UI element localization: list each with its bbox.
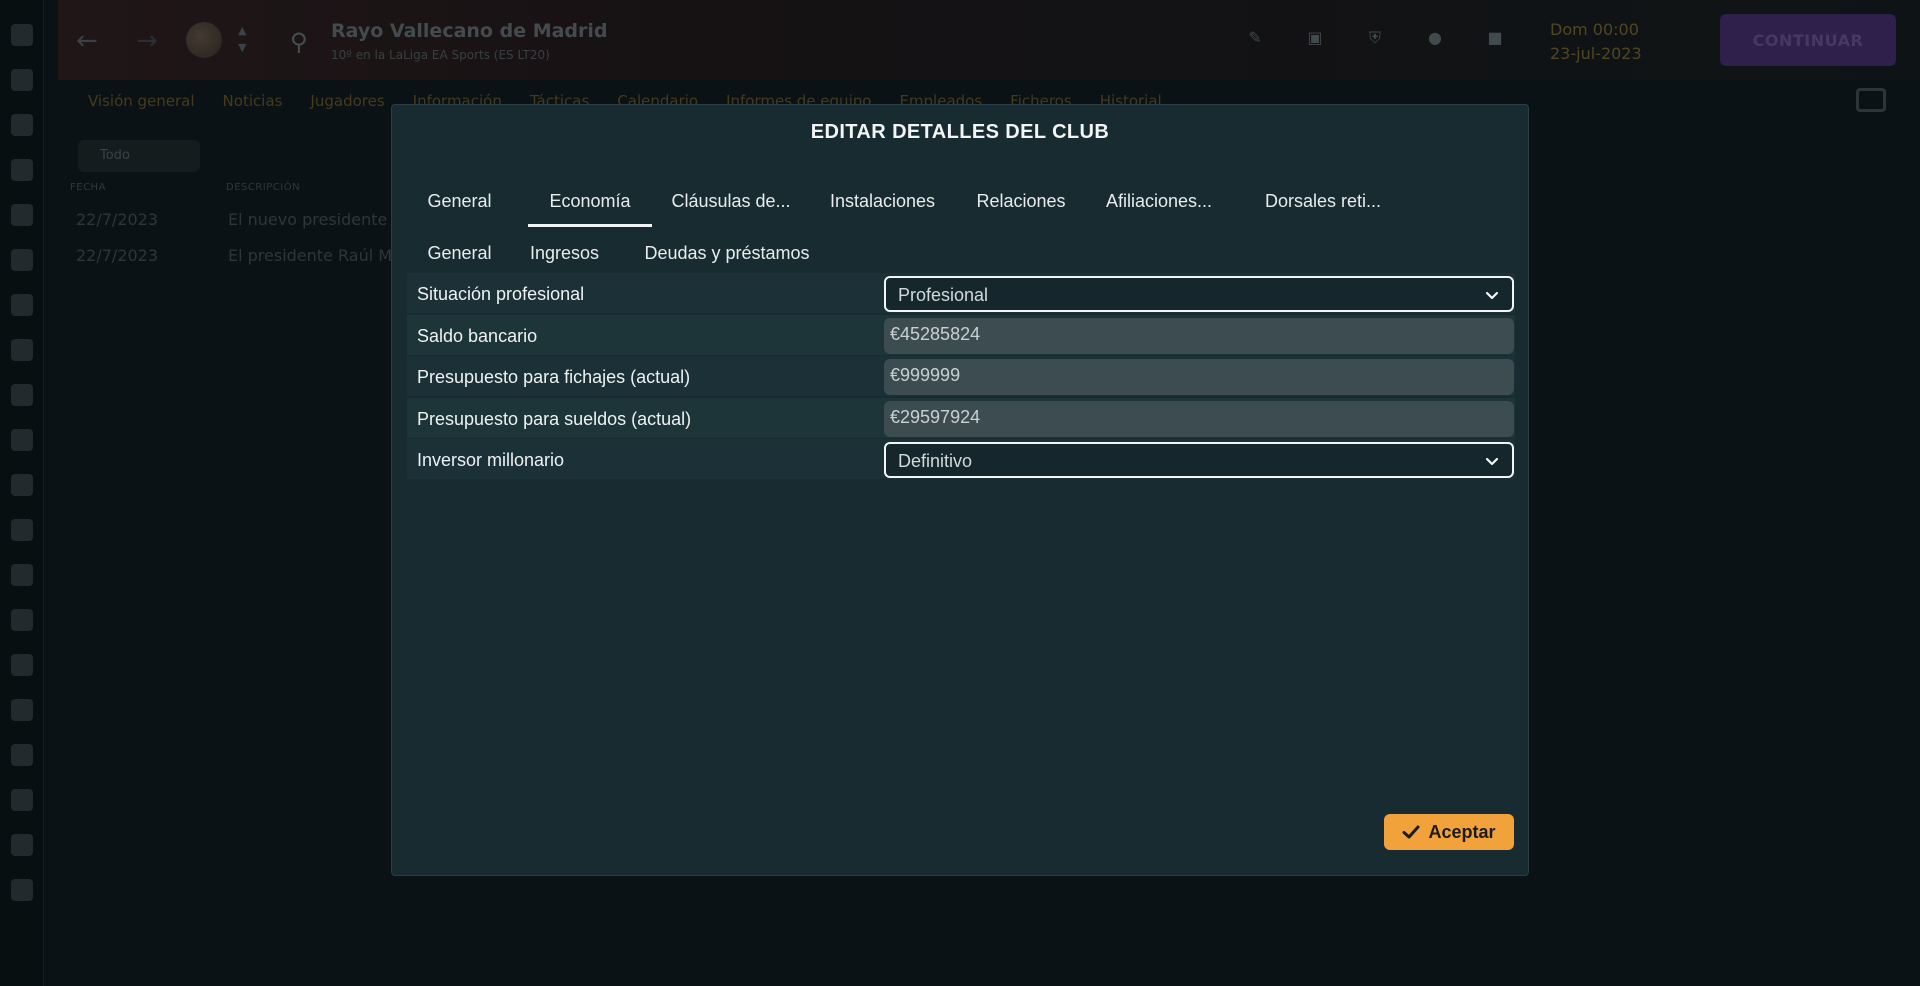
chevron-down-icon [1485,291,1499,300]
transfer-budget-input[interactable]: €999999 [884,359,1514,395]
form-row-transfer-budget: Presupuesto para fichajes (actual) €9999… [407,356,1515,396]
professional-status-select[interactable]: Profesional [884,276,1514,312]
edit-club-details-dialog: EDITAR DETALLES DEL CLUB General Economí… [391,104,1529,876]
tab-economia[interactable]: Economía [528,175,652,227]
form-row-bank-balance: Saldo bancario €45285824 [407,314,1515,355]
professional-status-label: Situación profesional [417,284,585,304]
bank-balance-label: Saldo bancario [417,325,538,346]
subtab-general[interactable]: General [407,227,512,279]
check-icon [1402,825,1420,839]
professional-status-value: Profesional [898,285,989,305]
economy-form: Situación profesional Profesional Saldo … [407,273,1515,481]
tab-general[interactable]: General [407,175,512,227]
chevron-down-icon [1485,457,1499,466]
tab-dorsales-retirados[interactable]: Dorsales reti... [1257,175,1389,227]
dialog-title: EDITAR DETALLES DEL CLUB [810,121,1110,143]
subtab-deudas-prestamos[interactable]: Deudas y préstamos [627,227,827,279]
wage-budget-label: Presupuesto para sueldos (actual) [417,408,692,429]
millionaire-investor-label: Inversor millonario [417,450,565,470]
form-row-wage-budget: Presupuesto para sueldos (actual) €29597… [407,397,1515,438]
bank-balance-input[interactable]: €45285824 [884,317,1514,354]
tab-relaciones[interactable]: Relaciones [960,175,1082,227]
form-row-professional-status: Situación profesional Profesional [407,273,1515,313]
form-row-millionaire-investor: Inversor millonario Definitivo [407,439,1515,479]
subtab-ingresos[interactable]: Ingresos [522,227,607,279]
accept-button[interactable]: Aceptar [1384,814,1514,850]
wage-budget-input[interactable]: €29597924 [884,400,1514,437]
tab-instalaciones[interactable]: Instalaciones [810,175,955,227]
tab-clausulas[interactable]: Cláusulas de... [667,175,795,227]
transfer-budget-label: Presupuesto para fichajes (actual) [417,367,691,387]
millionaire-investor-select[interactable]: Definitivo [884,442,1514,478]
accept-label: Aceptar [1428,821,1496,842]
millionaire-investor-value: Definitivo [898,451,973,471]
tab-afiliaciones[interactable]: Afiliaciones... [1097,175,1221,227]
